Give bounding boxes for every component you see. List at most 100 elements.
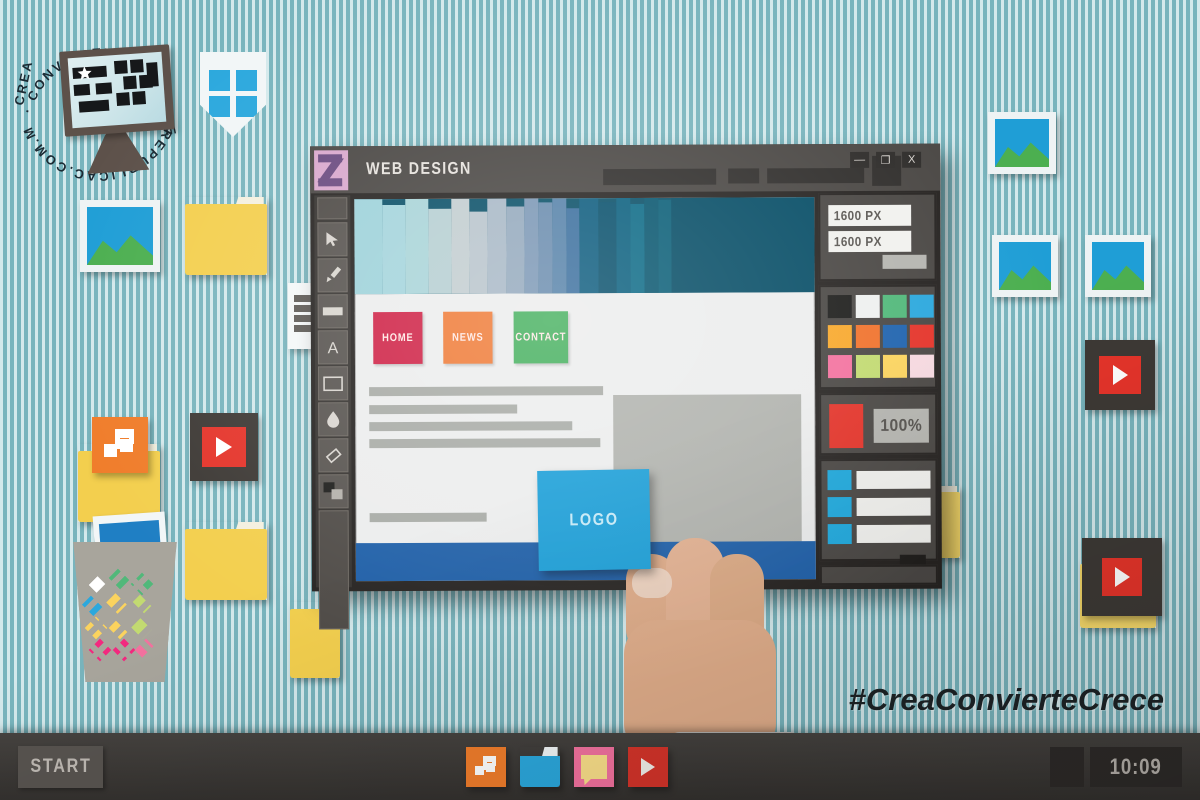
app-logo-icon xyxy=(314,150,349,191)
monitor-screen xyxy=(67,51,167,129)
active-color-indicator[interactable] xyxy=(829,403,864,449)
taskbar-folder-icon[interactable] xyxy=(520,747,560,787)
maximize-button[interactable]: ❐ xyxy=(876,151,896,168)
fill-tool[interactable] xyxy=(318,402,349,437)
desktop-video-icon-1[interactable] xyxy=(190,413,258,481)
layer-bar-1[interactable] xyxy=(856,470,931,489)
color-swatch-panel[interactable] xyxy=(818,284,938,390)
zoom-panel[interactable]: 100% xyxy=(819,392,938,456)
eraser-tool[interactable] xyxy=(318,438,349,473)
layers-footer-panel xyxy=(819,564,938,586)
swatch-blush[interactable] xyxy=(909,354,935,378)
swatch-amber[interactable] xyxy=(827,325,852,349)
start-button[interactable]: START xyxy=(18,746,103,788)
canvas-text-line-1 xyxy=(369,386,604,397)
text-tool[interactable]: A xyxy=(317,330,348,365)
titlebar-slot-2[interactable] xyxy=(728,168,760,184)
brand-stamp: · CONVIERTE · REPUBLICAC.COM.MX CREA CRE… xyxy=(8,10,193,185)
taskbar-music-icon[interactable] xyxy=(466,747,506,787)
desktop-photo-icon-2[interactable] xyxy=(988,112,1056,174)
hashtag-text: #CreaConvierteCrece xyxy=(848,682,1164,717)
rectangle-tool[interactable] xyxy=(317,366,349,401)
swatch-orange[interactable] xyxy=(855,324,880,348)
size-panel[interactable]: 1600 PX 1600 PX xyxy=(818,192,937,282)
layer-bar-3[interactable] xyxy=(856,524,931,543)
color-swap-tool[interactable] xyxy=(318,474,349,509)
layer-bar-2[interactable] xyxy=(856,497,931,516)
system-tray[interactable]: 10:09 xyxy=(1050,747,1182,787)
play-icon xyxy=(1114,567,1130,587)
logo-sticky-note[interactable]: LOGO xyxy=(537,469,651,571)
height-field[interactable]: 1600 PX xyxy=(828,230,912,253)
play-icon xyxy=(216,437,232,457)
swatch-red[interactable] xyxy=(909,324,934,348)
desktop-photo-icon-1[interactable] xyxy=(80,200,160,272)
shield-badge-icon xyxy=(200,52,266,137)
nav-button-group[interactable]: HOME NEWS CONTACT xyxy=(369,311,573,365)
play-icon xyxy=(1112,365,1128,385)
swatch-cyan[interactable] xyxy=(909,294,934,318)
nav-button-news[interactable]: NEWS xyxy=(443,311,493,364)
desktop-photo-icon-4[interactable] xyxy=(1085,235,1151,297)
swatch-black[interactable] xyxy=(827,295,852,319)
zoom-level[interactable]: 100% xyxy=(873,408,929,443)
toolbar-header xyxy=(317,197,348,220)
nav-button-news-label: NEWS xyxy=(452,331,484,344)
cursor-arrow-icon xyxy=(326,232,338,247)
speech-bubble-icon xyxy=(580,755,608,779)
shield-shape xyxy=(200,52,266,137)
taskbar-video-icon[interactable] xyxy=(628,747,668,787)
start-button-label: START xyxy=(29,756,92,777)
close-button[interactable]: X xyxy=(902,151,922,168)
window-titlebar[interactable]: WEB DESIGN — ❐ X xyxy=(310,143,941,194)
swatch-white[interactable] xyxy=(855,294,880,318)
gradient-bar-icon xyxy=(322,307,343,316)
layer-swatch-2[interactable] xyxy=(827,497,852,518)
desktop-photo-icon-3[interactable] xyxy=(992,235,1058,297)
rectangle-icon xyxy=(323,375,343,391)
nav-button-contact[interactable]: CONTACT xyxy=(513,311,569,364)
layer-swatch-1[interactable] xyxy=(827,470,852,491)
taskbar-clock[interactable]: 10:09 xyxy=(1090,747,1182,787)
titlebar-slot-1[interactable] xyxy=(603,168,717,186)
window-title: WEB DESIGN xyxy=(366,158,472,179)
select-tool[interactable] xyxy=(317,222,348,257)
trash-bin-icon[interactable] xyxy=(70,511,180,683)
desktop-folder-icon-1[interactable] xyxy=(185,197,267,275)
taskbar-notes-icon[interactable] xyxy=(574,747,614,787)
swatch-green[interactable] xyxy=(882,294,907,318)
monitor-icon xyxy=(59,44,175,137)
desktop-video-icon-3[interactable] xyxy=(1082,538,1162,616)
paint-drop-icon xyxy=(327,411,340,428)
canvas-text-line-3 xyxy=(369,421,573,432)
paintbrush-icon xyxy=(326,266,342,283)
swatch-blue[interactable] xyxy=(882,324,907,348)
layer-swatch-3[interactable] xyxy=(827,524,852,545)
apply-size-button[interactable] xyxy=(882,254,927,269)
width-field[interactable]: 1600 PX xyxy=(828,204,912,227)
desktop-background: · CONVIERTE · REPUBLICAC.COM.MX CREA CRE… xyxy=(0,0,1200,800)
swatch-lime[interactable] xyxy=(855,354,881,378)
swatch-pink[interactable] xyxy=(827,355,853,379)
gradient-tool[interactable] xyxy=(317,294,348,329)
canvas-text-line-2 xyxy=(369,404,518,415)
play-icon xyxy=(641,758,655,776)
canvas-text-line-5 xyxy=(369,512,487,523)
swatch-yellow[interactable] xyxy=(882,354,908,378)
brush-tool[interactable] xyxy=(317,258,348,293)
desktop-video-icon-2[interactable] xyxy=(1085,340,1155,410)
canvas-text-line-4 xyxy=(369,438,601,449)
layers-panel[interactable] xyxy=(819,458,938,579)
minimize-button[interactable]: — xyxy=(850,151,870,169)
tool-palette[interactable]: A xyxy=(314,195,352,630)
play-badge xyxy=(202,427,246,467)
toolbar-empty-area xyxy=(318,510,350,630)
desktop-folder-icon-3[interactable] xyxy=(185,522,267,600)
desktop-music-icon-1[interactable] xyxy=(92,417,148,473)
nav-button-home[interactable]: HOME xyxy=(373,311,423,365)
tray-indicator[interactable] xyxy=(1050,747,1084,787)
titlebar-slot-3[interactable] xyxy=(767,167,865,184)
options-panels[interactable]: 1600 PX 1600 PX 100% xyxy=(818,192,938,586)
nav-button-home-label: HOME xyxy=(382,331,414,345)
taskbar[interactable]: START 10:09 xyxy=(0,733,1200,800)
